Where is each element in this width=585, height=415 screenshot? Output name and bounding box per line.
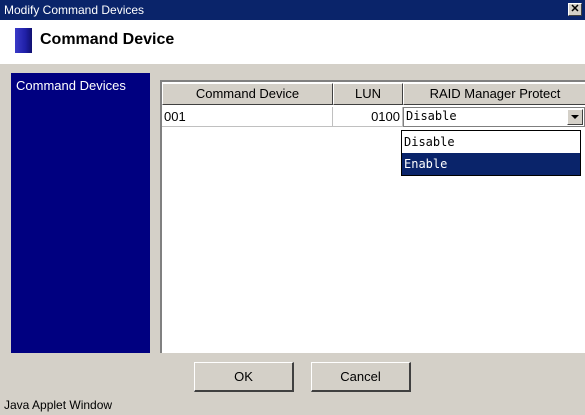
close-button[interactable]: ✕ <box>568 3 582 16</box>
dropdown-option-disable[interactable]: Disable <box>402 131 580 153</box>
raid-manager-protect-select[interactable]: Disable <box>403 107 585 127</box>
header-accent-icon <box>15 28 32 53</box>
table-row[interactable]: 001 0100 Disable <box>162 107 585 127</box>
sidebar: Command Devices <box>11 73 150 353</box>
command-device-table: Command Device LUN RAID Manager Protect … <box>160 80 585 353</box>
column-header-lun[interactable]: LUN <box>333 83 403 105</box>
page-header: Command Device <box>0 20 585 64</box>
raid-manager-protect-value: Disable <box>406 109 457 123</box>
cancel-button[interactable]: Cancel <box>311 362 411 392</box>
column-header-raid-manager-protect[interactable]: RAID Manager Protect <box>403 83 585 105</box>
column-header-command-device[interactable]: Command Device <box>162 83 333 105</box>
dropdown-option-enable[interactable]: Enable <box>402 153 580 175</box>
title-bar: Modify Command Devices ✕ <box>0 0 585 20</box>
ok-button[interactable]: OK <box>194 362 294 392</box>
close-icon: ✕ <box>570 3 580 15</box>
cell-command-device: 001 <box>162 107 333 127</box>
sidebar-item-command-devices[interactable]: Command Devices <box>16 78 126 93</box>
page-title: Command Device <box>40 31 175 48</box>
raid-manager-protect-options: Disable Enable <box>401 130 581 176</box>
applet-status-text: Java Applet Window <box>4 398 113 412</box>
chevron-down-icon[interactable] <box>567 109 583 125</box>
cell-lun: 0100 <box>333 107 403 127</box>
window-title: Modify Command Devices <box>4 3 145 17</box>
